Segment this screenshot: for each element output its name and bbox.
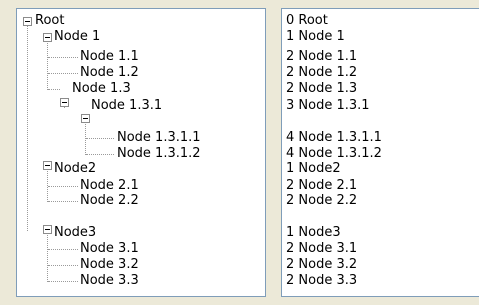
tree-node-2[interactable]: Node2 (54, 161, 96, 177)
tree-connector (48, 201, 78, 202)
tree-connector (48, 249, 78, 250)
list-item[interactable]: 2 Node 3.2 (286, 257, 357, 273)
tree-node-1-3-1[interactable]: Node 1.3.1 (91, 98, 162, 114)
tree-connector (47, 232, 48, 282)
list-item[interactable]: 2 Node 2.1 (286, 178, 357, 194)
tree-connector (48, 265, 78, 266)
list-item[interactable]: 2 Node 3.1 (286, 241, 357, 257)
tree-node-root[interactable]: Root (35, 13, 64, 29)
collapse-icon[interactable] (43, 225, 52, 234)
tree-connector (27, 24, 28, 231)
list-item[interactable]: 1 Node2 (286, 161, 341, 177)
tree-node-1-3-1-1[interactable]: Node 1.3.1.1 (117, 130, 201, 146)
list-item[interactable]: 3 Node 1.3.1 (286, 98, 370, 114)
tree-connector (86, 138, 114, 139)
tree-connector (48, 73, 78, 74)
tree-node-3-1[interactable]: Node 3.1 (80, 241, 139, 257)
list-item[interactable]: 2 Node 1.2 (286, 65, 357, 81)
tree-view[interactable]: Root Node 1 Node 1.1 Node 1.2 Node 1.3 N… (16, 8, 266, 297)
tree-node-1-3-1-2[interactable]: Node 1.3.1.2 (117, 146, 201, 162)
collapse-icon[interactable] (43, 33, 52, 42)
tree-connector (47, 40, 48, 90)
tree-node-1[interactable]: Node 1 (54, 29, 100, 45)
collapse-icon[interactable] (60, 98, 69, 107)
list-item[interactable]: 2 Node 2.2 (286, 193, 357, 209)
tree-node-1-3[interactable]: Node 1.3 (72, 81, 131, 97)
tree-connector (48, 281, 78, 282)
list-item[interactable]: 1 Node3 (286, 225, 341, 241)
list-item[interactable]: 2 Node 3.3 (286, 273, 357, 289)
node-list[interactable]: 0 Root 1 Node 1 2 Node 1.1 2 Node 1.2 2 … (281, 8, 479, 297)
collapse-icon[interactable] (43, 161, 52, 170)
list-item[interactable]: 0 Root (286, 13, 328, 29)
tree-connector (48, 57, 78, 58)
tree-connector (86, 154, 114, 155)
list-item[interactable]: 4 Node 1.3.1.1 (286, 130, 382, 146)
collapse-icon[interactable] (81, 114, 90, 123)
list-item[interactable]: 2 Node 1.1 (286, 49, 357, 65)
list-item[interactable]: 4 Node 1.3.1.2 (286, 146, 382, 162)
tree-node-1-2[interactable]: Node 1.2 (80, 65, 139, 81)
collapse-icon[interactable] (23, 17, 32, 26)
tree-node-2-1[interactable]: Node 2.1 (80, 178, 139, 194)
tree-connector (48, 89, 60, 90)
tree-connector (47, 168, 48, 202)
tree-node-3[interactable]: Node3 (54, 225, 96, 241)
tree-node-3-3[interactable]: Node 3.3 (80, 273, 139, 289)
list-item[interactable]: 2 Node 1.3 (286, 81, 357, 97)
tree-connector (48, 186, 78, 187)
tree-node-1-1[interactable]: Node 1.1 (80, 49, 139, 65)
tree-node-3-2[interactable]: Node 3.2 (80, 257, 139, 273)
tree-node-2-2[interactable]: Node 2.2 (80, 193, 139, 209)
list-item[interactable]: 1 Node 1 (286, 29, 345, 45)
